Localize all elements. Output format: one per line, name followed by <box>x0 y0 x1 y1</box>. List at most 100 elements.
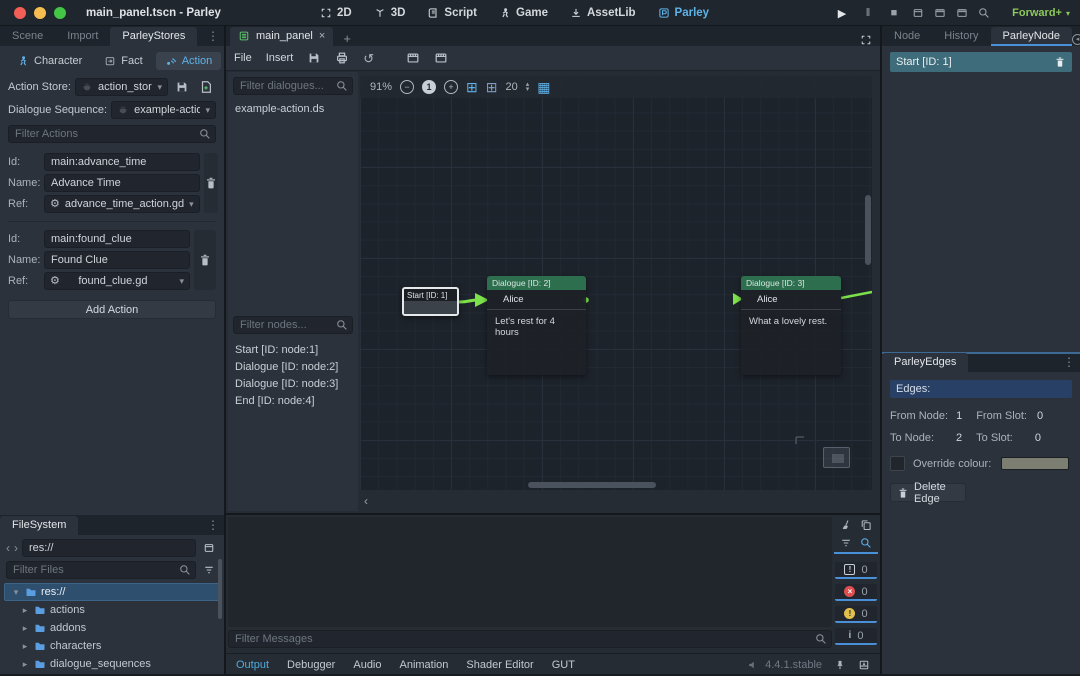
print-icon[interactable] <box>335 51 349 65</box>
play-scene-button[interactable] <box>934 7 946 19</box>
action-name-field[interactable] <box>44 174 200 192</box>
filesystem-scrollbar[interactable] <box>218 559 222 619</box>
filter-messages-button[interactable]: i 0 <box>835 628 877 645</box>
action-id-field[interactable] <box>44 230 190 248</box>
dock-menu-icon[interactable]: ⋮ <box>1063 355 1080 372</box>
tab-filesystem[interactable]: FileSystem <box>0 516 78 535</box>
tab-parleystores[interactable]: ParleyStores <box>110 27 197 46</box>
insert-menu[interactable]: Insert <box>266 52 294 64</box>
filter-messages-input[interactable] <box>228 630 832 648</box>
refresh-icon[interactable]: ↺ <box>363 52 374 65</box>
tab-import[interactable]: Import <box>55 27 110 46</box>
toggle-split-button[interactable] <box>200 539 218 557</box>
store-tab-character[interactable]: Character <box>8 52 91 70</box>
tree-item-characters[interactable]: ▸ characters <box>4 637 220 655</box>
maximize-window-button[interactable] <box>54 7 66 19</box>
filter-warnings-button[interactable]: ! 0 <box>835 606 877 623</box>
node-list-item[interactable]: Start [ID: node:1] <box>235 342 351 359</box>
dialogue-file-item[interactable]: example-action.ds <box>233 95 353 123</box>
test-dialogue-icon[interactable] <box>406 51 420 65</box>
close-window-button[interactable] <box>14 7 26 19</box>
tab-history[interactable]: History <box>932 27 990 46</box>
path-input[interactable] <box>22 539 196 557</box>
graph-node-start[interactable]: Start [ID: 1] <box>402 287 459 316</box>
statusbar-tab-shader-editor[interactable]: Shader Editor <box>466 659 533 671</box>
graph-canvas[interactable]: 91% − 1 + ⊞ ⊞ 20 ▴▾ ▦ Start [ID: 1] Dial… <box>360 76 872 490</box>
expand-icon[interactable]: ▸ <box>20 641 30 652</box>
zoom-reset-button[interactable]: 1 <box>422 80 436 94</box>
test-dialogue-from-node-icon[interactable] <box>434 51 448 65</box>
tree-item-actions[interactable]: ▸ actions <box>4 601 220 619</box>
snap-toggle-icon[interactable]: ⊞ <box>466 80 478 94</box>
tree-item-addons[interactable]: ▸ addons <box>4 619 220 637</box>
node-list-item[interactable]: Dialogue [ID: node:2] <box>235 359 351 376</box>
collapse-side-panel-icon[interactable]: ‹ <box>364 494 368 508</box>
dock-menu-icon[interactable]: ⋮ <box>207 518 224 535</box>
minimize-window-button[interactable] <box>34 7 46 19</box>
dock-menu-icon[interactable]: ⋮ <box>207 29 224 46</box>
action-ref-dropdown[interactable]: ⚙ found_clue.gd ▾ <box>44 272 190 290</box>
sort-files-button[interactable] <box>200 561 218 579</box>
statusbar-tab-output[interactable]: Output <box>236 659 269 671</box>
mute-icon[interactable] <box>747 659 759 671</box>
snap-spinner[interactable]: ▴▾ <box>526 82 530 92</box>
statusbar-tab-debugger[interactable]: Debugger <box>287 659 335 671</box>
history-back-icon[interactable]: ◂ <box>1072 34 1080 45</box>
tree-item-dialogue-sequences[interactable]: ▸ dialogue_sequences <box>4 655 220 673</box>
tab-scene[interactable]: Scene <box>0 27 55 46</box>
trash-icon[interactable] <box>1054 56 1066 68</box>
pin-panel-icon[interactable] <box>834 659 846 671</box>
output-log-area[interactable] <box>228 517 832 627</box>
override-colour-checkbox[interactable] <box>890 456 905 471</box>
delete-action-button[interactable] <box>194 230 216 290</box>
expand-icon[interactable]: ▸ <box>20 605 30 616</box>
collapse-icon[interactable]: ▾ <box>11 587 21 598</box>
tab-parleyedges[interactable]: ParleyEdges <box>882 353 968 372</box>
pause-button[interactable]: ‖ <box>860 7 876 19</box>
node-list-item[interactable]: Dialogue [ID: node:3] <box>235 376 351 393</box>
menu-2d[interactable]: 2D <box>320 7 352 19</box>
copy-output-icon[interactable] <box>860 519 872 531</box>
filter-errors-button[interactable]: × 0 <box>835 584 877 601</box>
filter-dialogues-input[interactable] <box>233 77 353 95</box>
tab-parleynode[interactable]: ParleyNode <box>991 27 1072 46</box>
close-icon[interactable]: × <box>319 30 325 42</box>
zoom-in-button[interactable]: + <box>444 80 458 94</box>
graph-minimap[interactable] <box>823 447 850 468</box>
file-menu[interactable]: File <box>234 52 252 64</box>
snap-distance-value[interactable]: 20 <box>506 81 518 93</box>
tree-item-root[interactable]: ▾ res:// <box>4 583 220 601</box>
menu-parley[interactable]: Parley <box>658 7 710 19</box>
renderer-select[interactable]: Forward+ ▾ <box>1012 0 1070 26</box>
zoom-out-button[interactable]: − <box>400 80 414 94</box>
action-ref-dropdown[interactable]: ⚙ advance_time_action.gd ▾ <box>44 195 200 213</box>
filter-actions-input[interactable] <box>8 125 216 143</box>
menu-assetlib[interactable]: AssetLib <box>570 7 636 19</box>
store-tab-action[interactable]: Action <box>156 52 222 70</box>
tab-main-panel[interactable]: main_panel × <box>230 27 333 46</box>
graph-hscrollbar[interactable] <box>360 482 872 488</box>
clear-output-icon[interactable] <box>840 519 852 531</box>
nav-forward-icon[interactable]: › <box>14 541 18 555</box>
graph-node-dialogue-2[interactable]: Dialogue [ID: 2] Alice Let's rest for 4 … <box>487 276 586 375</box>
new-store-button[interactable] <box>196 78 216 96</box>
search-output-icon[interactable] <box>860 537 872 549</box>
action-store-dropdown[interactable]: action_store.tre ▾ <box>75 78 168 96</box>
delete-action-button[interactable] <box>204 153 218 213</box>
expand-icon[interactable]: ▸ <box>20 659 30 670</box>
menu-game[interactable]: Game <box>499 7 548 19</box>
store-tab-fact[interactable]: Fact <box>95 52 151 70</box>
collapse-duplicates-icon[interactable] <box>840 537 852 549</box>
colour-swatch[interactable] <box>1001 457 1069 470</box>
node-list-item[interactable]: End [ID: node:4] <box>235 393 351 410</box>
filter-files-input[interactable] <box>6 561 196 579</box>
dialogue-sequence-dropdown[interactable]: example-action.ds ▾ <box>111 101 216 119</box>
graph-vscrollbar[interactable] <box>865 76 871 490</box>
menu-3d[interactable]: 3D <box>374 7 406 19</box>
graph-node-dialogue-3[interactable]: Dialogue [ID: 3] Alice What a lovely res… <box>741 276 841 375</box>
statusbar-tab-animation[interactable]: Animation <box>400 659 449 671</box>
new-tab-button[interactable]: + <box>343 31 351 46</box>
minimap-toggle-icon[interactable]: ▦ <box>537 80 550 94</box>
save-store-button[interactable] <box>172 78 192 96</box>
selected-node-header[interactable]: Start [ID: 1] <box>890 52 1072 72</box>
